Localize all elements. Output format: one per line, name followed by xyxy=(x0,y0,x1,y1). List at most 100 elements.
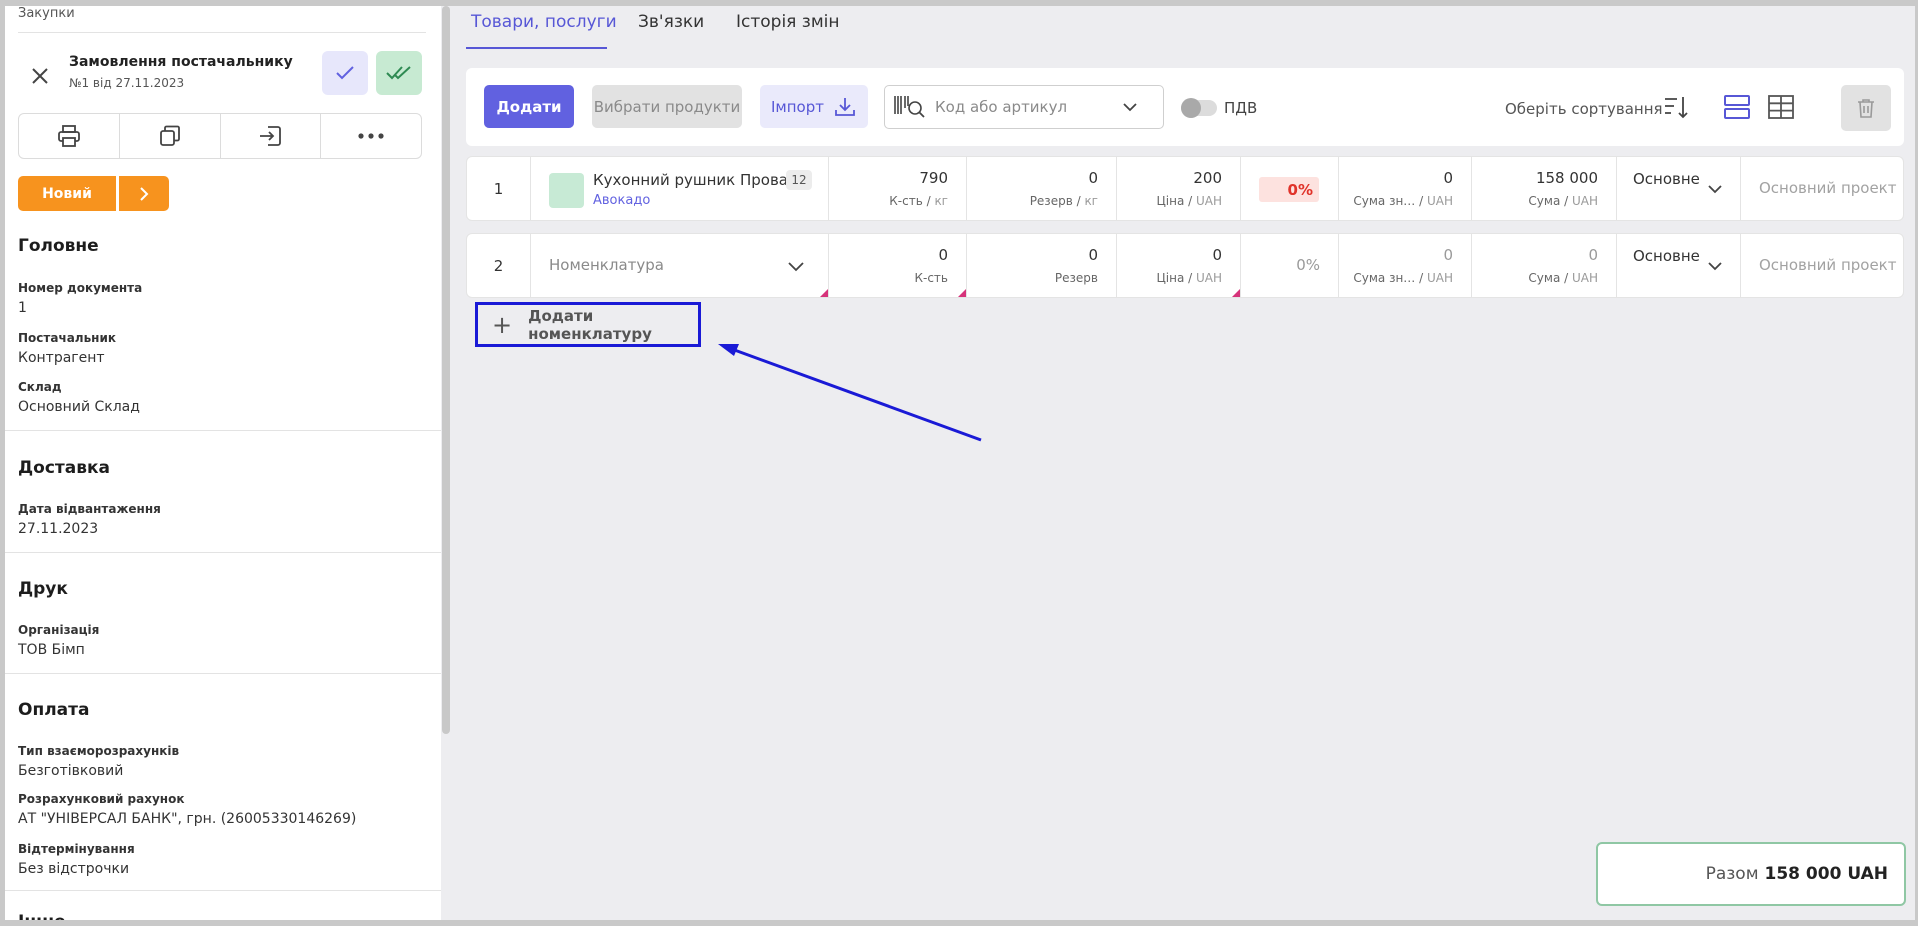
supplier-value[interactable]: Контрагент xyxy=(18,350,105,366)
sum-value[interactable]: 158 000 xyxy=(1536,169,1598,187)
discount-cell[interactable]: 0% xyxy=(1241,157,1339,220)
import-label: Імпорт xyxy=(771,97,824,116)
document-title: Замовлення постачальнику xyxy=(69,54,293,70)
sidebar-scrollbar[interactable] xyxy=(442,6,450,734)
discount-sum-label: Сума зн… xyxy=(1353,194,1416,208)
price-cell[interactable]: 200 Ціна / UAH xyxy=(1117,157,1241,220)
approve-and-close-button[interactable] xyxy=(376,51,422,95)
sort-icon[interactable] xyxy=(1663,94,1689,120)
tab-links[interactable]: Зв'язки xyxy=(638,12,704,32)
print-button[interactable] xyxy=(19,114,120,158)
warehouse-value[interactable]: Основний Склад xyxy=(18,399,140,415)
export-button[interactable] xyxy=(221,114,322,158)
chevron-down-icon xyxy=(1708,185,1722,194)
section-title-payment: Оплата xyxy=(18,700,90,720)
status-next-button[interactable] xyxy=(119,176,169,211)
close-icon[interactable] xyxy=(27,63,53,89)
product-cell[interactable]: Кухонний рушник Прова… Авокадо 12 xyxy=(531,157,829,220)
discount-sum-cell[interactable]: 0 Сума зн… / UAH xyxy=(1339,234,1472,297)
add-nomenclature-button[interactable]: + Додати номенклатуру xyxy=(475,302,701,347)
bank-account-value[interactable]: АТ "УНІВЕРСАЛ БАНК", грн. (2600533014626… xyxy=(18,811,356,827)
double-check-icon xyxy=(386,66,411,80)
vat-label: ПДВ xyxy=(1224,99,1258,117)
price-label: Ціна xyxy=(1156,271,1185,285)
import-button[interactable]: Імпорт xyxy=(760,85,868,128)
supplier-label: Постачальник xyxy=(18,331,117,345)
discount-badge[interactable]: 0% xyxy=(1259,177,1319,202)
breadcrumb[interactable]: Закупки xyxy=(18,6,75,21)
quantity-value[interactable]: 790 xyxy=(919,169,948,187)
active-tab-indicator xyxy=(466,47,607,49)
section-title-other: Інше xyxy=(18,912,66,920)
price-value[interactable]: 200 xyxy=(1193,169,1222,187)
add-button[interactable]: Додати xyxy=(484,85,574,128)
type-select[interactable]: Основне xyxy=(1617,234,1741,297)
login-icon xyxy=(260,126,282,146)
required-marker xyxy=(958,289,966,297)
add-nomenclature-label: Додати номенклатуру xyxy=(528,306,652,343)
status-button[interactable]: Новий xyxy=(18,176,116,211)
section-title-delivery: Доставка xyxy=(18,458,110,478)
discount-sum-value[interactable]: 0 xyxy=(1443,169,1453,187)
ship-date-label: Дата відвантаження xyxy=(18,502,161,516)
unit-label: кг xyxy=(1084,194,1098,208)
stock-badge: 12 xyxy=(786,170,812,190)
quantity-cell[interactable]: 790 К-сть / кг xyxy=(829,157,967,220)
quantity-value[interactable]: 0 xyxy=(938,246,948,264)
divider xyxy=(5,890,441,891)
discount-sum-value[interactable]: 0 xyxy=(1443,246,1453,264)
discount-cell[interactable]: 0% xyxy=(1241,234,1339,297)
product-thumbnail xyxy=(549,173,584,208)
project-cell[interactable]: Основний проект xyxy=(1741,157,1905,220)
copy-button[interactable] xyxy=(120,114,221,158)
sum-value[interactable]: 0 xyxy=(1588,246,1598,264)
discount-sum-label: Сума зн… xyxy=(1353,271,1416,285)
sort-select[interactable]: Оберіть сортування xyxy=(1505,100,1663,118)
chevron-down-icon[interactable] xyxy=(1123,102,1137,112)
price-value[interactable]: 0 xyxy=(1212,246,1222,264)
sum-cell[interactable]: 158 000 Сума / UAH xyxy=(1472,157,1617,220)
doc-number-value[interactable]: 1 xyxy=(18,300,27,316)
product-variant[interactable]: Авокадо xyxy=(593,193,650,208)
tab-goods-services[interactable]: Товари, послуги xyxy=(471,12,617,32)
quantity-label: К-сть xyxy=(914,271,948,285)
deferral-value[interactable]: Без відстрочки xyxy=(18,861,129,877)
settlement-type-value[interactable]: Безготівковий xyxy=(18,763,123,779)
list-view-icon[interactable] xyxy=(1723,94,1751,120)
currency-label: UAH xyxy=(1195,271,1222,285)
deferral-label: Відтермінування xyxy=(18,842,135,856)
organization-value[interactable]: ТОВ Бімп xyxy=(18,642,85,658)
more-button[interactable] xyxy=(321,114,421,158)
project-cell[interactable]: Основний проект xyxy=(1741,234,1905,297)
discount-value[interactable]: 0% xyxy=(1296,256,1320,274)
row-index: 2 xyxy=(467,234,531,297)
price-cell[interactable]: 0 Ціна / UAH xyxy=(1117,234,1241,297)
price-label: Ціна xyxy=(1156,194,1185,208)
product-name[interactable]: Кухонний рушник Прова… xyxy=(593,171,803,189)
total-summary: Разом 158 000 UAH xyxy=(1596,842,1906,906)
reserve-value[interactable]: 0 xyxy=(1088,246,1098,264)
delete-button[interactable] xyxy=(1841,85,1891,131)
vat-toggle[interactable] xyxy=(1181,98,1217,118)
reserve-cell[interactable]: 0 Резерв xyxy=(967,234,1117,297)
barcode-search[interactable] xyxy=(884,85,1164,129)
table-view-icon[interactable] xyxy=(1767,94,1795,120)
reserve-value[interactable]: 0 xyxy=(1088,169,1098,187)
required-marker xyxy=(1232,289,1240,297)
tab-history[interactable]: Історія змін xyxy=(736,12,840,32)
approve-button[interactable] xyxy=(322,51,368,95)
sum-cell[interactable]: 0 Сума / UAH xyxy=(1472,234,1617,297)
discount-sum-cell[interactable]: 0 Сума зн… / UAH xyxy=(1339,157,1472,220)
document-subtitle: №1 від 27.11.2023 xyxy=(69,76,185,90)
sum-label: Сума xyxy=(1528,194,1561,208)
quantity-cell[interactable]: 0 К-сть xyxy=(829,234,967,297)
type-select[interactable]: Основне xyxy=(1617,157,1741,220)
type-value: Основне xyxy=(1633,247,1700,265)
reserve-cell[interactable]: 0 Резерв / кг xyxy=(967,157,1117,220)
choose-products-button[interactable]: Вибрати продукти xyxy=(592,85,742,128)
barcode-search-input[interactable] xyxy=(935,98,1115,116)
section-title-print: Друк xyxy=(18,579,68,599)
nomenclature-select[interactable]: Номенклатура xyxy=(531,234,829,297)
unit-label: кг xyxy=(934,194,948,208)
ship-date-value[interactable]: 27.11.2023 xyxy=(18,521,98,537)
